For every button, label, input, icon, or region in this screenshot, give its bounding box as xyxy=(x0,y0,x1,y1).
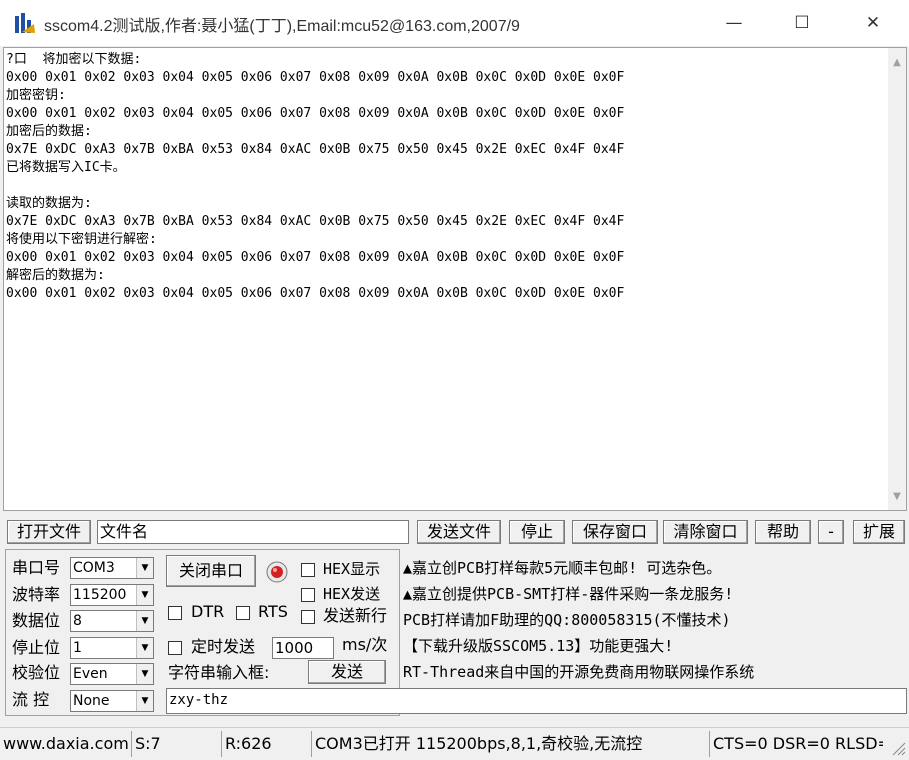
rts-checkbox[interactable] xyxy=(236,606,250,620)
receive-scrollbar[interactable]: ▲ ▼ xyxy=(888,48,906,510)
send-button[interactable]: 发送 xyxy=(308,660,386,684)
ad-line[interactable]: RT-Thread来自中国的开源免费商用物联网操作系统 xyxy=(403,661,754,682)
receive-text: ?口 将加密以下数据: 0x00 0x01 0x02 0x03 0x04 0x0… xyxy=(6,51,624,303)
maximize-icon: ☐ xyxy=(794,13,810,33)
parity-value: Even xyxy=(73,666,108,682)
resize-grip-icon[interactable] xyxy=(888,738,906,756)
minimize-icon: — xyxy=(725,13,743,33)
chevron-down-icon[interactable]: ▼ xyxy=(136,611,153,631)
close-port-button[interactable]: 关闭串口 xyxy=(166,555,256,587)
stopbits-label: 停止位 xyxy=(12,638,61,657)
interval-input[interactable]: 1000 xyxy=(272,637,334,659)
send-text-input[interactable]: zxy-thz xyxy=(166,688,907,714)
port-select[interactable]: COM3 ▼ xyxy=(70,557,154,579)
chevron-down-icon[interactable]: ▼ xyxy=(136,558,153,578)
stopbits-select[interactable]: 1 ▼ xyxy=(70,637,154,659)
scroll-down-icon[interactable]: ▼ xyxy=(888,488,906,506)
port-value: COM3 xyxy=(73,560,115,576)
file-name-input[interactable]: 文件名 xyxy=(97,520,409,544)
ad-line[interactable]: PCB打样请加F助理的QQ:800058315(不懂技术) xyxy=(403,609,731,630)
baud-value: 115200 xyxy=(73,587,127,603)
rts-label: RTS xyxy=(258,602,288,621)
receive-line: 0x7E 0xDC 0xA3 0x7B 0xBA 0x53 0x84 0xAC … xyxy=(6,214,625,229)
status-bar: www.daxia.com S:7 R:626 COM3已打开 115200bp… xyxy=(0,727,909,759)
receive-line: 加密密钥: xyxy=(6,88,66,103)
app-icon xyxy=(14,12,36,34)
status-received-count: R:626 xyxy=(221,731,309,757)
scroll-up-icon[interactable]: ▲ xyxy=(888,54,906,72)
send-newline-label: 发送新行 xyxy=(323,606,388,625)
port-label: 串口号 xyxy=(12,558,61,577)
ad-line[interactable]: 【下载升级版SSCOM5.13】功能更强大! xyxy=(403,635,673,656)
databits-select[interactable]: 8 ▼ xyxy=(70,610,154,632)
databits-label: 数据位 xyxy=(12,611,61,630)
parity-select[interactable]: Even ▼ xyxy=(70,663,154,685)
chevron-down-icon[interactable]: ▼ xyxy=(136,664,153,684)
stopbits-value: 1 xyxy=(73,640,82,656)
save-window-button[interactable]: 保存窗口 xyxy=(572,520,658,544)
receive-line: 0x00 0x01 0x02 0x03 0x04 0x05 0x06 0x07 … xyxy=(6,286,625,301)
status-signals: CTS=0 DSR=0 RLSD=0 xyxy=(709,731,883,757)
send-file-button[interactable]: 发送文件 xyxy=(417,520,501,544)
close-button[interactable]: ✕ xyxy=(849,0,897,46)
hex-display-checkbox[interactable] xyxy=(301,563,315,577)
chevron-down-icon[interactable]: ▼ xyxy=(136,638,153,658)
window-title: sscom4.2测试版,作者:聂小猛(丁丁),Email:mcu52@163.c… xyxy=(44,18,520,35)
timed-send-label: 定时发送 xyxy=(191,637,256,656)
ad-panel: ▲嘉立创PCB打样每款5元顺丰包邮! 可选杂色。 ▲嘉立创提供PCB-SMT打样… xyxy=(399,555,899,686)
expand-button[interactable]: 扩展 xyxy=(853,520,905,544)
hex-display-label: HEX显示 xyxy=(323,560,381,578)
receive-line: 0x00 0x01 0x02 0x03 0x04 0x05 0x06 0x07 … xyxy=(6,250,625,265)
chevron-down-icon[interactable]: ▼ xyxy=(136,585,153,605)
open-file-button[interactable]: 打开文件 xyxy=(7,520,91,544)
baud-label: 波特率 xyxy=(12,585,61,604)
string-input-label: 字符串输入框: xyxy=(168,663,270,682)
minimize-button[interactable]: — xyxy=(710,0,758,46)
dtr-checkbox[interactable] xyxy=(168,606,182,620)
receive-line: 读取的数据为: xyxy=(6,196,92,211)
hex-send-checkbox[interactable] xyxy=(301,588,315,602)
flow-label: 流 控 xyxy=(12,690,50,709)
maximize-button[interactable]: ☐ xyxy=(778,0,826,46)
close-icon: ✕ xyxy=(865,13,881,33)
receive-line: 已将数据写入IC卡。 xyxy=(6,160,126,175)
help-button[interactable]: 帮助 xyxy=(755,520,811,544)
port-status-indicator-icon xyxy=(266,561,288,583)
interval-unit-label: ms/次 xyxy=(342,635,388,654)
stop-button[interactable]: 停止 xyxy=(509,520,565,544)
flow-value: None xyxy=(73,693,110,709)
clear-window-button[interactable]: 清除窗口 xyxy=(663,520,748,544)
receive-area[interactable]: ?口 将加密以下数据: 0x00 0x01 0x02 0x03 0x04 0x0… xyxy=(3,47,907,511)
ad-line[interactable]: ▲嘉立创提供PCB-SMT打样-器件采购一条龙服务! xyxy=(403,583,733,604)
databits-value: 8 xyxy=(73,613,82,629)
title-bar[interactable]: sscom4.2测试版,作者:聂小猛(丁丁),Email:mcu52@163.c… xyxy=(0,0,909,46)
ad-line[interactable]: ▲嘉立创PCB打样每款5元顺丰包邮! 可选杂色。 xyxy=(403,557,721,578)
receive-line: 加密后的数据: xyxy=(6,124,92,139)
status-sent-count: S:7 xyxy=(131,731,219,757)
receive-line: ?口 将加密以下数据: xyxy=(6,52,142,67)
receive-line: 0x00 0x01 0x02 0x03 0x04 0x05 0x06 0x07 … xyxy=(6,70,625,85)
flow-select[interactable]: None ▼ xyxy=(70,690,154,712)
baud-select[interactable]: 115200 ▼ xyxy=(70,584,154,606)
dtr-label: DTR xyxy=(191,602,225,621)
status-port-info: COM3已打开 115200bps,8,1,奇校验,无流控 xyxy=(311,731,708,757)
hex-send-label: HEX发送 xyxy=(323,585,381,603)
receive-line: 将使用以下密钥进行解密: xyxy=(6,232,157,247)
send-newline-checkbox[interactable] xyxy=(301,610,315,624)
minus-button[interactable]: - xyxy=(818,520,844,544)
status-website[interactable]: www.daxia.com xyxy=(0,731,130,757)
receive-line: 解密后的数据为: xyxy=(6,268,105,283)
receive-line: 0x7E 0xDC 0xA3 0x7B 0xBA 0x53 0x84 0xAC … xyxy=(6,142,625,157)
parity-label: 校验位 xyxy=(12,663,61,682)
chevron-down-icon[interactable]: ▼ xyxy=(136,691,153,711)
timed-send-checkbox[interactable] xyxy=(168,641,182,655)
receive-line: 0x00 0x01 0x02 0x03 0x04 0x05 0x06 0x07 … xyxy=(6,106,625,121)
